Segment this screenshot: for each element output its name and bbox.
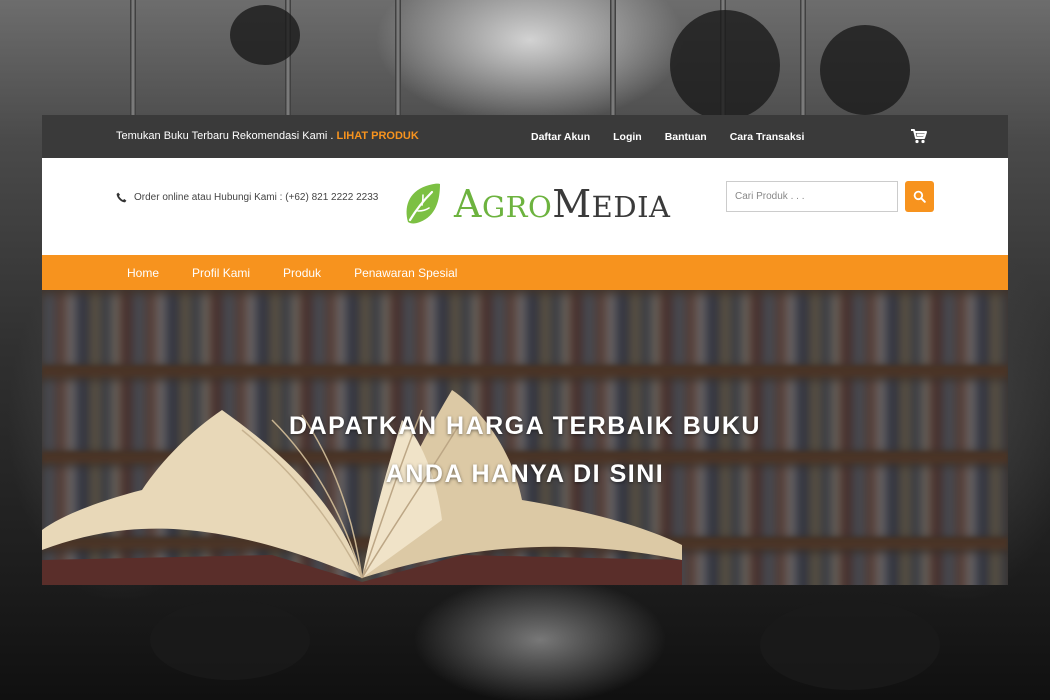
logo-wordmark: AGROMEDIA xyxy=(454,182,671,226)
help-link[interactable]: Bantuan xyxy=(665,131,707,143)
nav-profile[interactable]: Profil Kami xyxy=(192,266,250,280)
login-link[interactable]: Login xyxy=(613,131,642,143)
nav-products[interactable]: Produk xyxy=(283,266,321,280)
website-frame: Temukan Buku Terbaru Rekomendasi Kami . … xyxy=(42,115,1008,585)
cart-icon[interactable] xyxy=(910,127,928,145)
hero-headline-line-2: ANDA HANYA DI SINI xyxy=(385,460,665,488)
top-bar: Temukan Buku Terbaru Rekomendasi Kami . … xyxy=(42,115,1008,158)
how-to-buy-link[interactable]: Cara Transaksi xyxy=(730,131,805,143)
account-links: Daftar Akun Login Bantuan Cara Transaksi xyxy=(531,131,804,143)
nav-special-offers[interactable]: Penawaran Spesial xyxy=(354,266,457,280)
search-button[interactable] xyxy=(905,181,934,212)
hero-headline-line-1: DAPATKAN HARGA TERBAIK BUKU xyxy=(289,412,761,440)
contact-text: Order online atau Hubungi Kami : (+62) 8… xyxy=(134,192,379,203)
register-link[interactable]: Daftar Akun xyxy=(531,131,590,143)
view-products-link[interactable]: LIHAT PRODUK xyxy=(337,130,419,142)
promo-message: Temukan Buku Terbaru Rekomendasi Kami . … xyxy=(116,130,419,142)
promo-text: Temukan Buku Terbaru Rekomendasi Kami . xyxy=(116,130,337,142)
hero-headline: DAPATKAN HARGA TERBAIK BUKU ANDA HANYA D… xyxy=(42,402,1008,498)
contact-info: Order online atau Hubungi Kami : (+62) 8… xyxy=(116,192,378,203)
leaf-logo-icon xyxy=(406,183,440,224)
search-form xyxy=(726,181,934,212)
hero-banner: DAPATKAN HARGA TERBAIK BUKU ANDA HANYA D… xyxy=(42,290,1008,585)
search-input[interactable] xyxy=(726,181,898,212)
main-nav: Home Profil Kami Produk Penawaran Spesia… xyxy=(42,255,1008,290)
search-icon xyxy=(913,190,926,203)
nav-home[interactable]: Home xyxy=(127,266,159,280)
site-logo[interactable]: AGROMEDIA xyxy=(402,182,670,226)
phone-icon xyxy=(116,192,127,203)
site-header: Order online atau Hubungi Kami : (+62) 8… xyxy=(42,158,1008,255)
